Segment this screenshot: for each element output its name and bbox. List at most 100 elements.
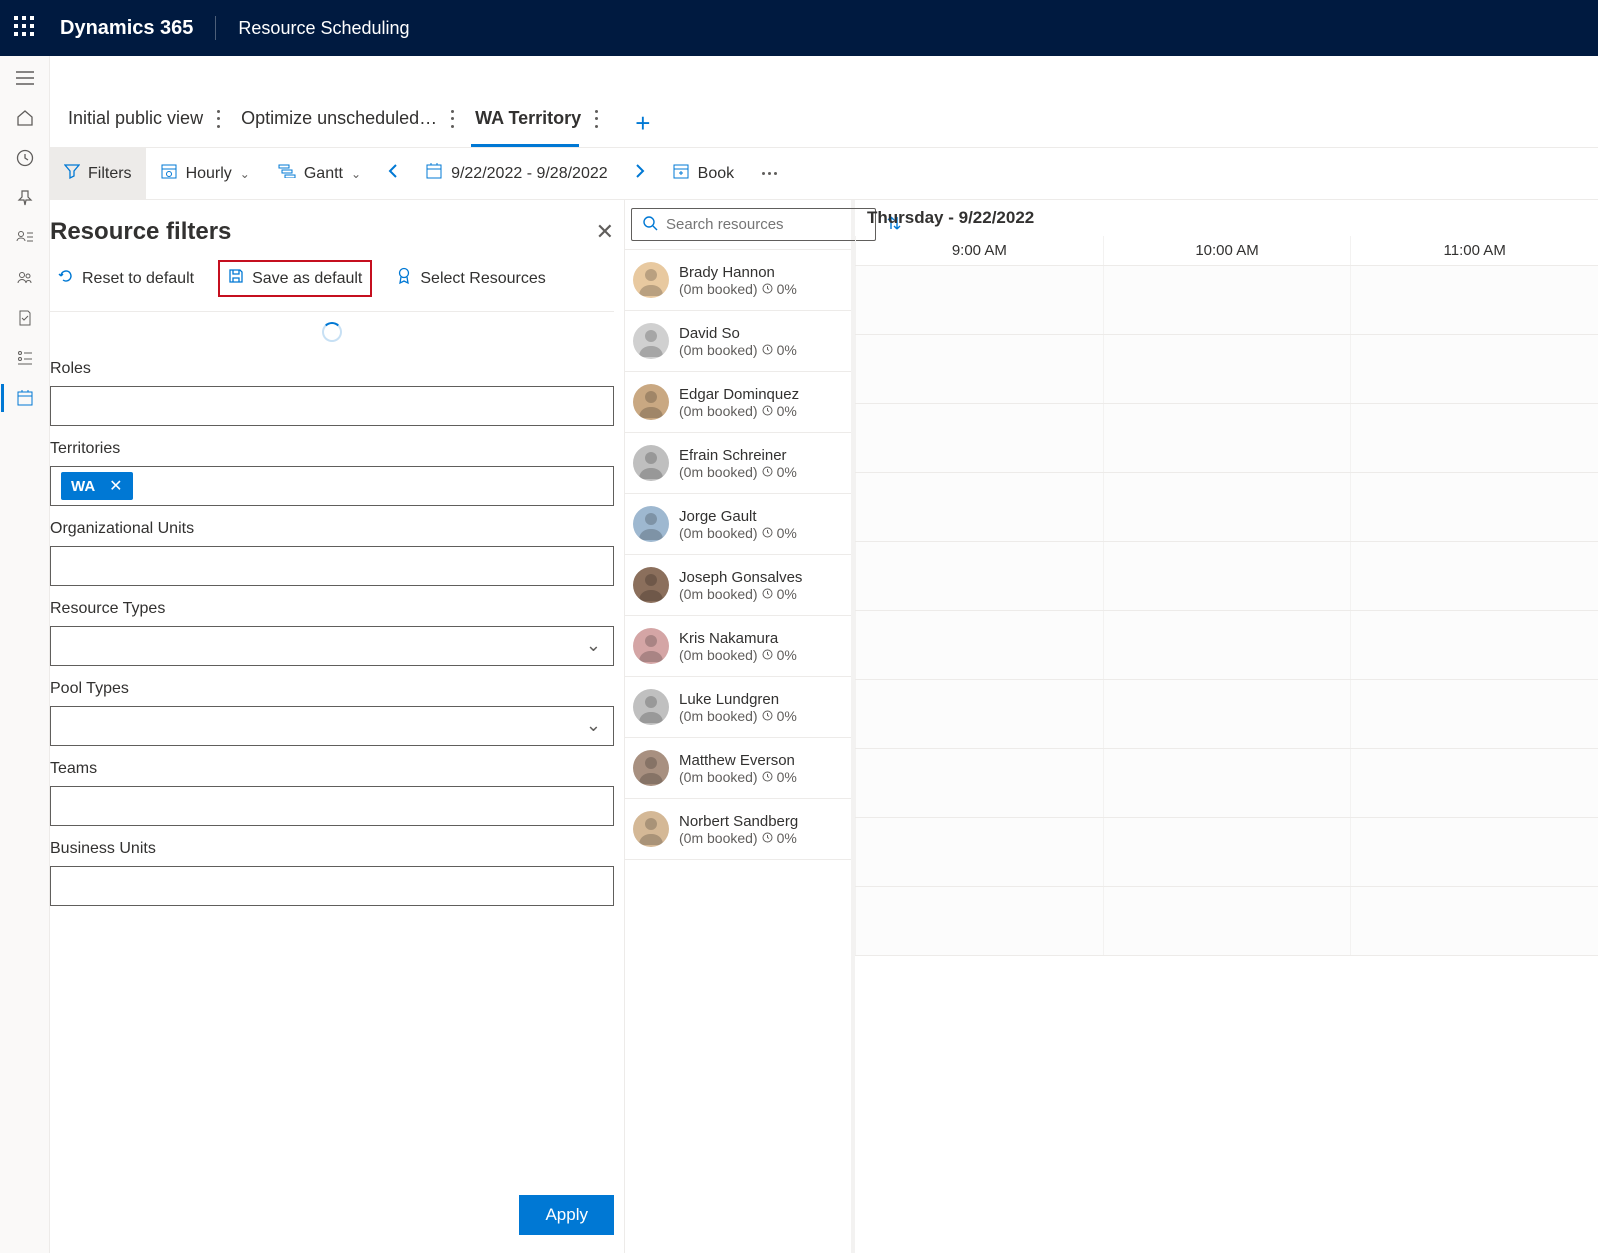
schedule-board-icon[interactable]: [15, 388, 35, 408]
more-options-button[interactable]: [748, 172, 791, 175]
body-area: Resource filters ✕ Reset to default: [50, 200, 1598, 1253]
team-icon[interactable]: [15, 268, 35, 288]
schedule-cell[interactable]: [855, 818, 1103, 886]
date-range-button[interactable]: 9/22/2022 - 9/28/2022: [411, 148, 622, 199]
gantt-dropdown[interactable]: Gantt ⌄: [264, 148, 375, 199]
schedule-row[interactable]: [855, 404, 1598, 473]
schedule-cell[interactable]: [855, 680, 1103, 748]
resource-item[interactable]: Luke Lundgren (0m booked) 0%: [625, 677, 851, 738]
schedule-cell[interactable]: [855, 749, 1103, 817]
schedule-row[interactable]: [855, 749, 1598, 818]
schedule-cell[interactable]: [855, 542, 1103, 610]
schedule-cell[interactable]: [1103, 887, 1351, 955]
schedule-cell[interactable]: [1103, 749, 1351, 817]
filters-button[interactable]: Filters: [50, 148, 146, 199]
hamburger-icon[interactable]: [15, 68, 35, 88]
search-input[interactable]: [666, 216, 865, 233]
hourly-dropdown[interactable]: Hourly ⌄: [146, 148, 264, 199]
tab-menu-icon[interactable]: [595, 110, 601, 128]
save-default-button[interactable]: Save as default: [218, 260, 372, 297]
schedule-row[interactable]: [855, 680, 1598, 749]
schedule-row[interactable]: [855, 266, 1598, 335]
book-label: Book: [698, 165, 734, 183]
resource-item[interactable]: Norbert Sandberg (0m booked) 0%: [625, 799, 851, 860]
resource-item[interactable]: Jorge Gault (0m booked) 0%: [625, 494, 851, 555]
schedule-row[interactable]: [855, 542, 1598, 611]
tab-menu-icon[interactable]: [451, 110, 457, 128]
pin-icon[interactable]: [15, 188, 35, 208]
avatar: [633, 262, 669, 298]
tag-remove-icon[interactable]: ✕: [109, 476, 122, 496]
schedule-row[interactable]: [855, 887, 1598, 956]
schedule-cell[interactable]: [1350, 542, 1598, 610]
schedule-cell[interactable]: [1103, 680, 1351, 748]
resource-item[interactable]: Brady Hannon (0m booked) 0%: [625, 250, 851, 311]
schedule-cell[interactable]: [855, 266, 1103, 334]
roles-input[interactable]: [50, 386, 614, 426]
schedule-row[interactable]: [855, 611, 1598, 680]
schedule-cell[interactable]: [1350, 887, 1598, 955]
filter-actions: Reset to default Save as default Select …: [50, 260, 614, 312]
schedule-cell[interactable]: [1103, 404, 1351, 472]
schedule-cell[interactable]: [1103, 611, 1351, 679]
next-date-button[interactable]: [622, 163, 658, 184]
schedule-row[interactable]: [855, 335, 1598, 404]
schedule-cell[interactable]: [855, 404, 1103, 472]
resource-item[interactable]: Kris Nakamura (0m booked) 0%: [625, 616, 851, 677]
schedule-cell[interactable]: [1350, 818, 1598, 886]
book-button[interactable]: Book: [658, 148, 748, 199]
schedule-cell[interactable]: [1103, 266, 1351, 334]
schedule-cell[interactable]: [1103, 818, 1351, 886]
resource-item[interactable]: Efrain Schreiner (0m booked) 0%: [625, 433, 851, 494]
tab-wa-territory[interactable]: WA Territory: [471, 100, 605, 147]
schedule-cell[interactable]: [855, 611, 1103, 679]
schedule-cell[interactable]: [1350, 473, 1598, 541]
schedule-cell[interactable]: [1350, 404, 1598, 472]
home-icon[interactable]: [15, 108, 35, 128]
schedule-cell[interactable]: [1103, 542, 1351, 610]
people-list-icon[interactable]: [15, 228, 35, 248]
prev-date-button[interactable]: [375, 163, 411, 184]
search-box[interactable]: [631, 208, 876, 241]
resource-item[interactable]: Joseph Gonsalves (0m booked) 0%: [625, 555, 851, 616]
resource-item[interactable]: Matthew Everson (0m booked) 0%: [625, 738, 851, 799]
schedule-row[interactable]: [855, 818, 1598, 887]
tab-menu-icon[interactable]: [217, 110, 223, 128]
schedule-cell[interactable]: [1103, 335, 1351, 403]
avatar: [633, 750, 669, 786]
org-units-input[interactable]: [50, 546, 614, 586]
resource-types-select[interactable]: [50, 626, 614, 666]
apply-button[interactable]: Apply: [519, 1195, 614, 1235]
schedule-cell[interactable]: [855, 335, 1103, 403]
document-check-icon[interactable]: [15, 308, 35, 328]
schedule-cell[interactable]: [1350, 680, 1598, 748]
resource-item[interactable]: Edgar Dominquez (0m booked) 0%: [625, 372, 851, 433]
pool-types-select[interactable]: [50, 706, 614, 746]
business-units-input[interactable]: [50, 866, 614, 906]
schedule-cell[interactable]: [1350, 335, 1598, 403]
roles-field-group: Roles: [50, 360, 614, 426]
close-icon[interactable]: ✕: [596, 219, 614, 245]
schedule-row[interactable]: [855, 473, 1598, 542]
select-resources-button[interactable]: Select Resources: [388, 261, 553, 296]
territories-input[interactable]: WA ✕: [50, 466, 614, 506]
schedule-cell[interactable]: [855, 473, 1103, 541]
schedule-cell[interactable]: [855, 887, 1103, 955]
tab-optimize-unscheduled[interactable]: Optimize unscheduled…: [237, 100, 461, 147]
recent-icon[interactable]: [15, 148, 35, 168]
tab-initial-public-view[interactable]: Initial public view: [64, 100, 227, 147]
schedule-cell[interactable]: [1350, 266, 1598, 334]
badge-icon: [396, 267, 412, 290]
schedule-cell[interactable]: [1350, 611, 1598, 679]
schedule-cell[interactable]: [1103, 473, 1351, 541]
schedule-cell[interactable]: [1350, 749, 1598, 817]
resource-item[interactable]: David So (0m booked) 0%: [625, 311, 851, 372]
avatar: [633, 689, 669, 725]
teams-input[interactable]: [50, 786, 614, 826]
hour-column-header: 9:00 AM: [855, 236, 1103, 265]
app-launcher-icon[interactable]: [14, 16, 38, 40]
group-list-icon[interactable]: [15, 348, 35, 368]
add-tab-button[interactable]: +: [635, 108, 650, 139]
clock-icon: [762, 466, 773, 477]
reset-default-button[interactable]: Reset to default: [50, 262, 202, 295]
